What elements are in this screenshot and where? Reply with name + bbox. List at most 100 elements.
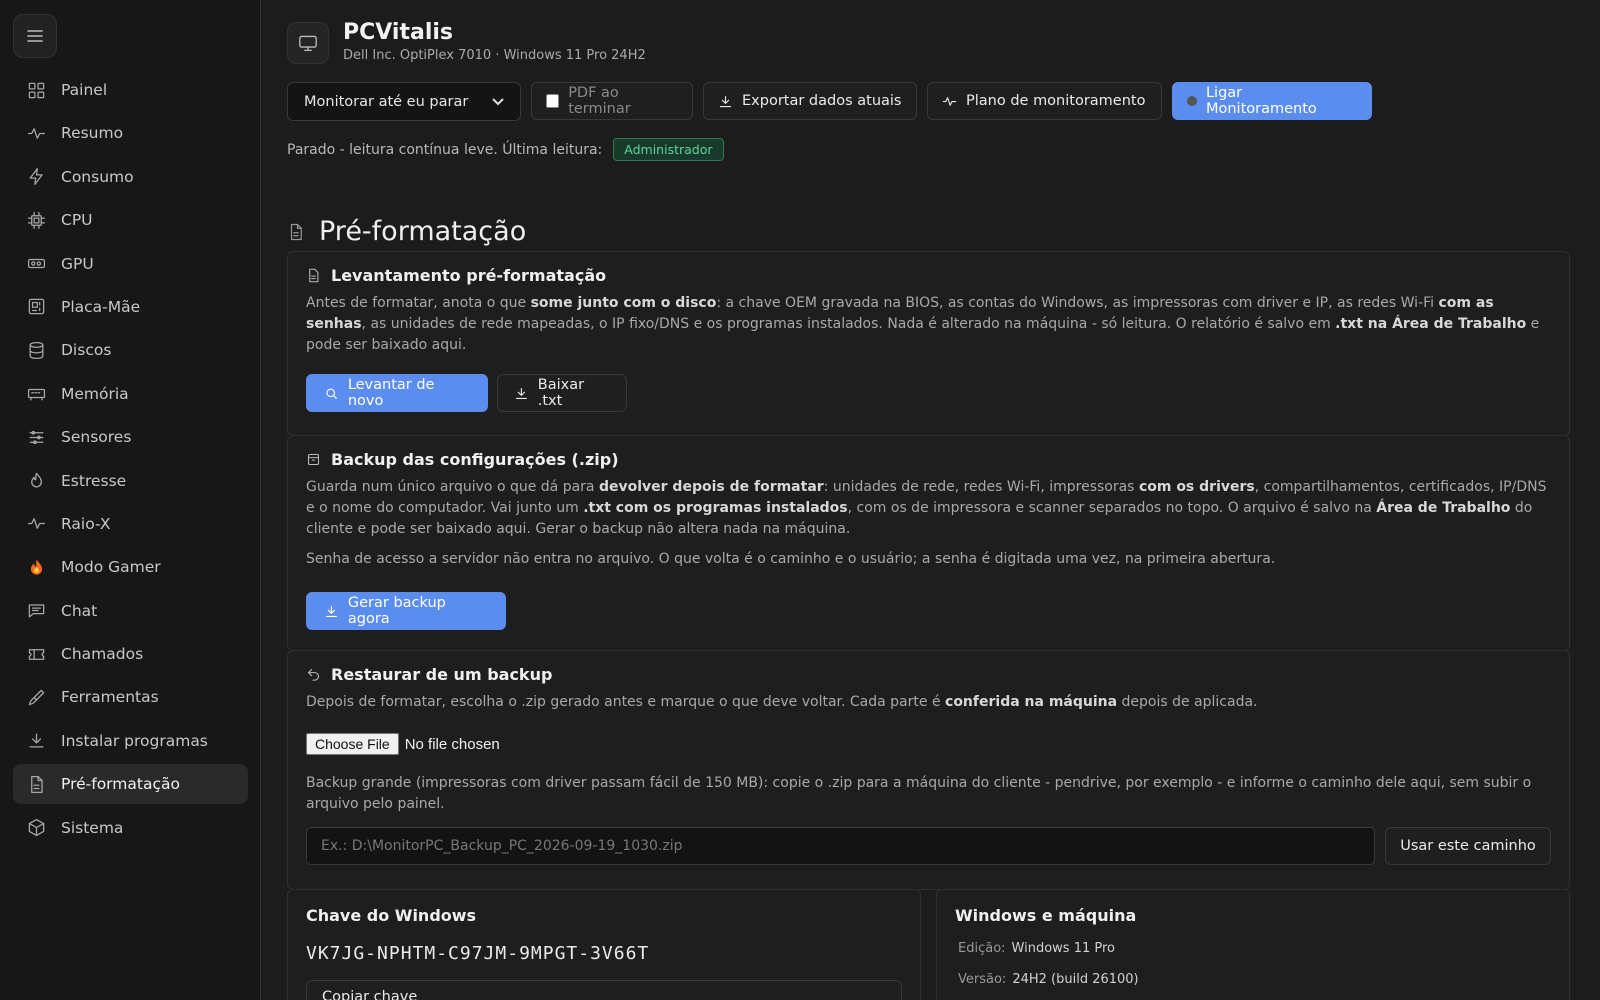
export-data-label: Exportar dados atuais [742,93,902,109]
start-monitoring-label: Ligar Monitoramento [1205,85,1317,117]
sidebar-item-modo-gamer[interactable]: Modo Gamer [13,547,248,587]
status-line: Parado - leitura contínua leve. Última l… [287,138,724,161]
sidebar-item-chat[interactable]: Chat [13,591,248,631]
download-txt-label: Baixar .txt [537,377,585,409]
sidebar-item-raio-x[interactable]: Raio-X [13,504,248,544]
survey-title: Levantamento pré-formatação [306,266,1551,285]
version-value: 24H2 (build 26100) [1012,972,1139,987]
bolt-icon [26,167,46,187]
sidebar-item-painel[interactable]: Painel [13,70,248,110]
sidebar-item-label: Raio-X [61,514,111,533]
sidebar-item-gpu[interactable]: GPU [13,244,248,284]
sidebar-item-placa-mae[interactable]: Placa-Mãe [13,287,248,327]
monitoring-plan-button[interactable]: Plano de monitoramento [927,82,1162,120]
survey-card: Levantamento pré-formatação Antes de for… [287,251,1570,436]
sidebar-item-sistema[interactable]: Sistema [13,808,248,848]
sidebar-item-label: Ferramentas [61,688,159,707]
rerun-survey-label: Levantar de novo [347,377,435,409]
status-dot-icon [1187,96,1197,106]
pulse-icon [26,514,46,534]
sidebar-item-resumo[interactable]: Resumo [13,113,248,153]
sidebar-item-label: Sensores [61,428,132,447]
sidebar-item-sensores[interactable]: Sensores [13,417,248,457]
windows-machine-card: Windows e máquina Edição: Windows 11 Pro… [936,889,1570,1000]
backup-path-input[interactable]: Ex.: D:\MonitorPC_Backup_PC_2026-09-19_1… [306,827,1375,865]
file-status: No file chosen [404,735,500,753]
monitoring-plan-label: Plano de monitoramento [966,93,1146,109]
sidebar-item-estresse[interactable]: Estresse [13,461,248,501]
download-txt-button[interactable]: Baixar .txt [497,374,627,412]
generate-backup-button[interactable]: Gerar backup agora [306,592,506,630]
machine-subtitle: Dell Inc. OptiPlex 7010 · Windows 11 Pro… [343,48,646,63]
windows-key-value: VK7JG-NPHTM-C97JM-9MPGT-3V66T [306,943,650,964]
sidebar-item-instalar-programas[interactable]: Instalar programas [13,721,248,761]
flame-outline-icon [26,471,46,491]
brush-icon [26,687,46,707]
large-backup-note: Backup grande (impressoras com driver pa… [306,775,1532,812]
sidebar-item-discos[interactable]: Discos [13,330,248,370]
windows-key-card: Chave do Windows VK7JG-NPHTM-C97JM-9MPGT… [287,889,921,1000]
sidebar-item-chamados[interactable]: Chamados [13,634,248,674]
export-data-button[interactable]: Exportar dados atuais [703,82,917,120]
search-icon [326,388,337,399]
backup-title-text: Backup das configurações (.zip) [331,450,619,469]
monitor-icon [287,22,329,64]
choose-file-button[interactable]: Choose File [306,733,399,755]
sidebar-item-label: Estresse [61,471,127,490]
survey-description: Antes de formatar, anota o que some junt… [306,295,1540,353]
hamburger-icon [27,30,43,42]
sidebar-item-label: Consumo [61,167,134,186]
grid-icon [26,80,46,100]
windows-key-title: Chave do Windows [306,906,477,925]
pdf-checkbox-label: PDF ao terminar [568,85,631,117]
rerun-survey-button[interactable]: Levantar de novo [306,374,488,412]
monitor-mode-select[interactable]: Monitorar até eu parar [287,82,521,121]
download-icon [325,605,337,617]
undo-icon [307,668,320,681]
pulse-icon [942,96,957,106]
sidebar-item-consumo[interactable]: Consumo [13,157,248,197]
sidebar-item-label: Chamados [61,645,144,664]
sidebar-item-label: Memória [61,384,129,403]
toolbar: Monitorar até eu parar PDF ao terminar E… [287,82,1372,121]
ticket-icon [26,644,46,664]
app-title: PCVitalis [343,20,453,45]
restore-card: Restaurar de um backup Depois de formata… [287,650,1570,890]
file-picker: Choose File No file chosen [306,733,1551,755]
backup-card: Backup das configurações (.zip) Guarda n… [287,435,1570,651]
document-icon [290,223,302,240]
sidebar-nav: Painel Resumo Consumo CPU GPU Placa-Mãe Discos… [13,70,248,851]
box-icon [26,818,46,838]
sidebar-item-memoria[interactable]: Memória [13,374,248,414]
chevron-down-icon [492,97,504,105]
sliders-icon [26,427,46,447]
use-path-button[interactable]: Usar este caminho [1385,827,1551,865]
main-content: PCVitalis Dell Inc. OptiPlex 7010 · Wind… [287,0,1570,1000]
sidebar-item-label: Resumo [61,124,124,143]
download-icon [515,387,527,399]
menu-toggle-button[interactable] [13,14,57,58]
backup-actions: Gerar backup agora [306,592,1551,630]
sidebar-item-cpu[interactable]: CPU [13,200,248,240]
path-row: Ex.: D:\MonitorPC_Backup_PC_2026-09-19_1… [306,827,1551,865]
pdf-on-finish-toggle[interactable]: PDF ao terminar [531,82,693,120]
cpu-icon [26,210,46,230]
edition-label: Edição: [958,941,1006,956]
pdf-checkbox[interactable] [546,94,560,108]
sidebar-item-pre-formatacao[interactable]: Pré-formatação [13,764,248,805]
admin-badge: Administrador [613,138,724,161]
motherboard-icon [26,297,46,317]
sidebar-item-label: Discos [61,341,112,360]
sidebar-item-label: CPU [61,211,93,230]
sidebar-item-label: Chat [61,601,98,620]
start-monitoring-button[interactable]: Ligar Monitoramento [1172,82,1372,120]
copy-key-button[interactable]: Copiar chave [306,980,902,1000]
version-label: Versão: [958,972,1007,987]
download-icon [26,731,46,751]
fire-emoji-icon [26,557,46,577]
gpu-icon [26,254,46,274]
backup-description: Guarda num único arquivo o que dá para d… [306,479,1547,537]
memory-icon [26,384,46,404]
sidebar-item-label: Painel [61,81,108,99]
sidebar-item-ferramentas[interactable]: Ferramentas [13,677,248,717]
